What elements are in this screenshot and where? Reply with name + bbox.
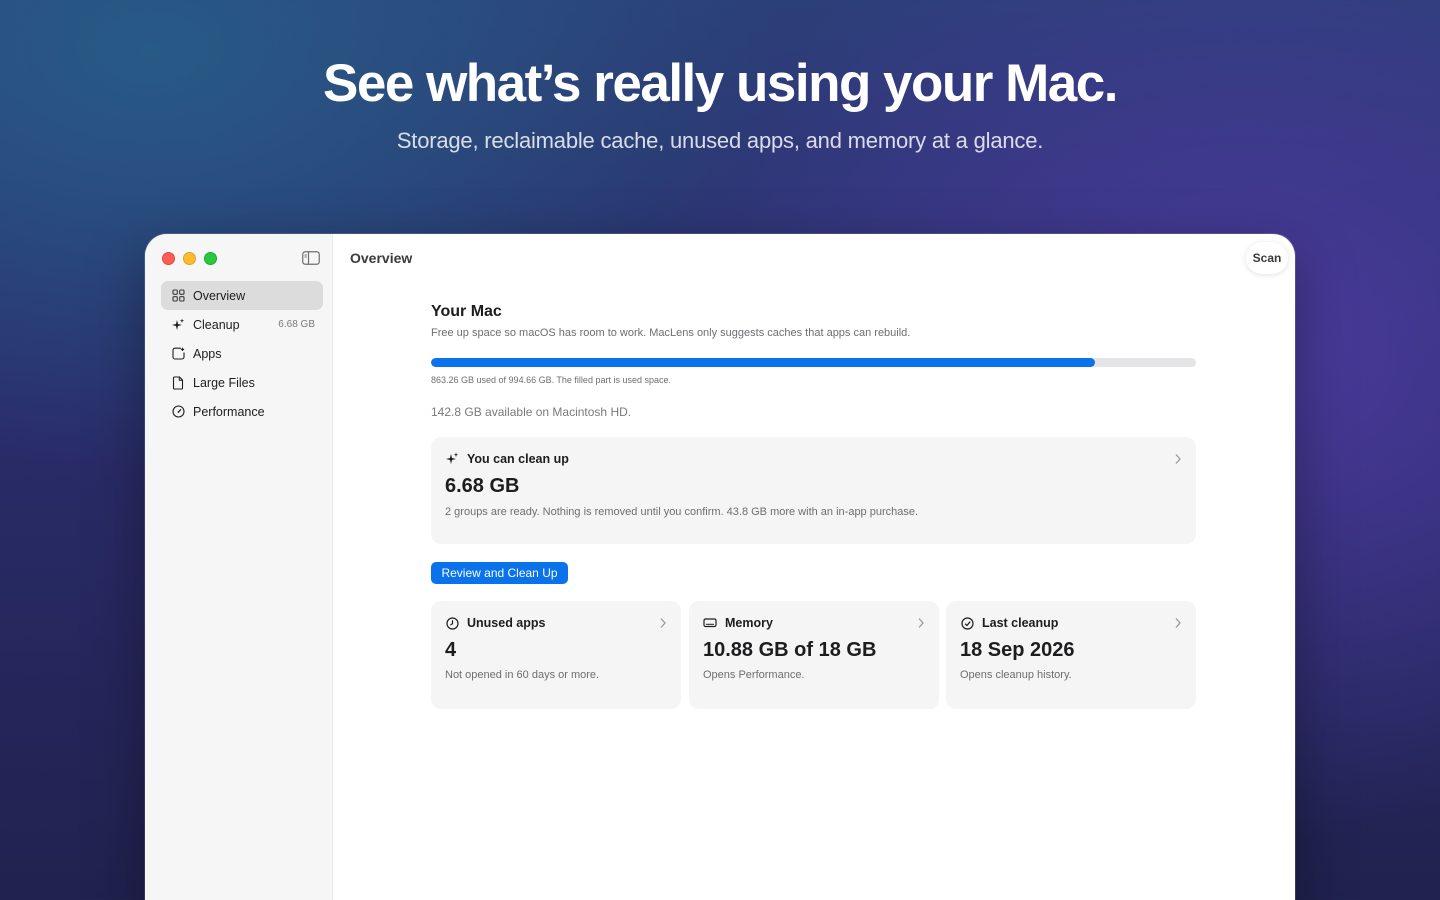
sparkles-icon bbox=[171, 318, 185, 332]
cleanup-card-description: 2 groups are ready. Nothing is removed u… bbox=[445, 506, 919, 518]
scan-button[interactable]: Scan bbox=[1246, 242, 1288, 274]
sidebar-item-large-files[interactable]: Large Files bbox=[161, 368, 323, 397]
checkmark-circle-icon bbox=[960, 616, 974, 630]
sidebar-item-label: Apps bbox=[193, 346, 222, 361]
storage-progress-bar bbox=[431, 358, 1196, 367]
storage-available-text: 142.8 GB available on Macintosh HD. bbox=[431, 405, 632, 419]
stat-card-description: Not opened in 60 days or more. bbox=[445, 669, 600, 681]
stat-card-title: Unused apps bbox=[467, 616, 546, 630]
sidebar-item-overview[interactable]: Overview bbox=[161, 281, 323, 310]
page-title: Overview bbox=[350, 250, 413, 266]
storage-usage-text: 863.26 GB used of 994.66 GB. The filled … bbox=[431, 375, 671, 385]
stat-card-title: Memory bbox=[725, 616, 773, 630]
section-intro: Free up space so macOS has room to work.… bbox=[431, 327, 911, 339]
sidebar-nav: Overview Cleanup 6.68 GB Apps Large File… bbox=[161, 281, 323, 426]
minimize-button[interactable] bbox=[183, 252, 196, 265]
stat-card-header: Last cleanup bbox=[960, 616, 1058, 630]
hero-subtitle: Storage, reclaimable cache, unused apps,… bbox=[396, 128, 1044, 153]
cleanup-size-badge: 6.68 GB bbox=[278, 319, 315, 330]
hero: See what’s really using your Mac. Storag… bbox=[0, 52, 1440, 156]
chevron-right-icon bbox=[918, 618, 924, 628]
window-controls bbox=[162, 252, 217, 265]
hero-title: See what’s really using your Mac. bbox=[323, 54, 1118, 113]
clock-icon bbox=[445, 616, 459, 630]
cleanup-card-title: You can clean up bbox=[467, 452, 569, 466]
sparkles-icon bbox=[445, 452, 459, 466]
stat-card-header: Memory bbox=[703, 616, 773, 630]
sidebar-item-cleanup[interactable]: Cleanup 6.68 GB bbox=[161, 310, 323, 339]
apps-icon bbox=[171, 347, 185, 361]
cleanup-card-value: 6.68 GB bbox=[445, 475, 520, 497]
memory-icon bbox=[703, 616, 717, 630]
gauge-icon bbox=[171, 405, 185, 419]
chevron-right-icon bbox=[1175, 618, 1181, 628]
stat-card-value: 18 Sep 2026 bbox=[960, 639, 1075, 661]
sidebar-item-label: Cleanup bbox=[193, 317, 240, 332]
sidebar-item-performance[interactable]: Performance bbox=[161, 397, 323, 426]
memory-card[interactable]: Memory 10.88 GB of 18 GB Opens Performan… bbox=[689, 601, 939, 709]
review-and-clean-up-button[interactable]: Review and Clean Up bbox=[431, 562, 568, 584]
cleanup-card[interactable]: You can clean up 6.68 GB 2 groups are re… bbox=[431, 437, 1196, 544]
cleanup-card-header: You can clean up bbox=[445, 452, 569, 466]
chevron-right-icon bbox=[660, 618, 666, 628]
storage-progress-fill bbox=[431, 358, 1095, 367]
chevron-right-icon bbox=[1175, 454, 1181, 464]
zoom-button[interactable] bbox=[204, 252, 217, 265]
document-icon bbox=[171, 375, 185, 390]
sidebar-item-label: Performance bbox=[193, 404, 265, 419]
sidebar-item-label: Overview bbox=[193, 288, 246, 303]
stat-card-title: Last cleanup bbox=[982, 616, 1059, 630]
stat-card-description: Opens Performance. bbox=[703, 669, 805, 681]
close-button[interactable] bbox=[162, 252, 175, 265]
app-window: Overview Cleanup 6.68 GB Apps Large File… bbox=[145, 234, 1295, 900]
unused-apps-card[interactable]: Unused apps 4 Not opened in 60 days or m… bbox=[431, 601, 681, 709]
grid-icon bbox=[171, 289, 185, 303]
stat-card-description: Opens cleanup history. bbox=[960, 669, 1072, 681]
sidebar-item-apps[interactable]: Apps bbox=[161, 339, 323, 368]
stat-card-value: 10.88 GB of 18 GB bbox=[703, 639, 877, 661]
stat-card-value: 4 bbox=[445, 639, 457, 661]
sidebar-item-label: Large Files bbox=[193, 375, 255, 390]
section-heading: Your Mac bbox=[431, 303, 502, 320]
stat-card-header: Unused apps bbox=[445, 616, 546, 630]
last-cleanup-card[interactable]: Last cleanup 18 Sep 2026 Opens cleanup h… bbox=[946, 601, 1196, 709]
sidebar-toggle-icon[interactable] bbox=[302, 251, 320, 265]
sidebar: Overview Cleanup 6.68 GB Apps Large File… bbox=[145, 234, 333, 900]
